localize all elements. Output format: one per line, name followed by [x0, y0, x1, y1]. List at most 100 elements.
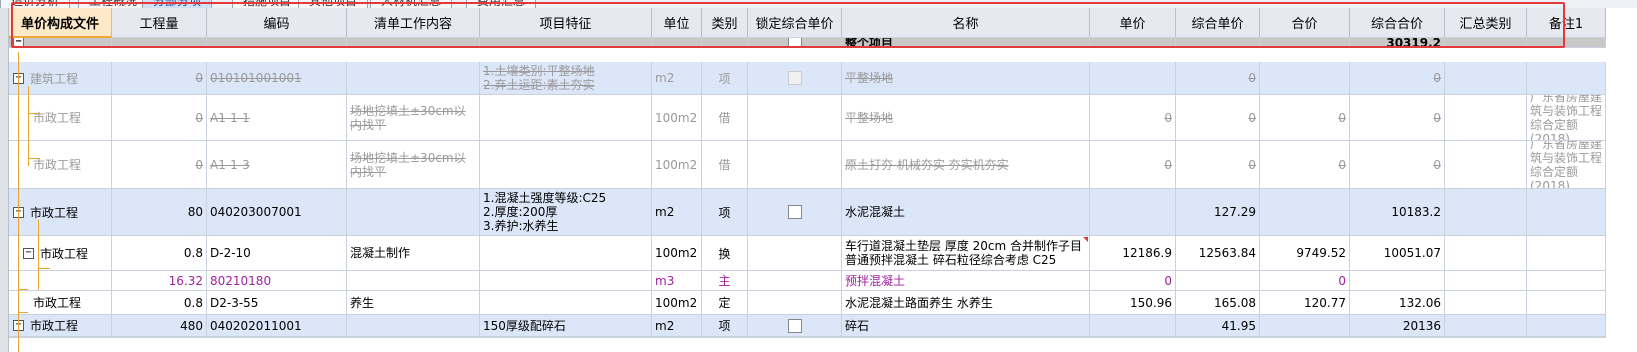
cell-composite-amount[interactable]: 30319.2 [1350, 38, 1445, 48]
cell-unit[interactable] [652, 38, 702, 48]
cell-summary-category[interactable] [1445, 38, 1527, 48]
cell-amount[interactable]: 120.77 [1260, 291, 1350, 315]
cell-work-content[interactable] [347, 189, 480, 236]
cell-composite-amount[interactable]: 0 [1350, 62, 1445, 95]
cell-quantity[interactable]: 0 [112, 95, 207, 141]
column-header-remark[interactable]: 备注1 [1527, 8, 1606, 38]
cell-amount[interactable] [1260, 62, 1350, 95]
cell-name[interactable]: 平整场地 [842, 95, 1090, 141]
cell-composite-amount[interactable]: 20136 [1350, 315, 1445, 337]
column-header-item-feature[interactable]: 项目特征 [480, 8, 652, 38]
cell-composite-price[interactable]: 0 [1176, 141, 1260, 189]
cell-quantity[interactable] [112, 38, 207, 48]
cell-name[interactable]: 整个项目 [842, 38, 1090, 48]
cell-quantity[interactable]: 480 [112, 315, 207, 337]
cell-composite-amount[interactable] [1350, 271, 1445, 291]
cell-unit[interactable]: m2 [652, 189, 702, 236]
cell-composite-amount[interactable]: 0 [1350, 141, 1445, 189]
cell-name[interactable]: 平整场地 [842, 62, 1090, 95]
table-row[interactable]: − 市政工程 0.8 D-2-10 混凝土制作 100m2 换 车行道混凝土垫层 厚度 20c… [0, 236, 1637, 271]
cell-code[interactable] [207, 38, 347, 48]
cell-quantity[interactable]: 4.8 [112, 337, 207, 338]
cell-summary-category[interactable] [1445, 315, 1527, 337]
cell-lock-price[interactable] [748, 189, 842, 236]
cell-quantity[interactable]: 0.8 [112, 291, 207, 315]
cell-item-feature[interactable] [480, 291, 652, 315]
cell-work-content[interactable]: 基层铺筑 [347, 337, 480, 338]
cell-lock-price[interactable] [748, 95, 842, 141]
cell-lock-price[interactable] [748, 337, 842, 338]
cell-unit[interactable]: m3 [652, 271, 702, 291]
column-header-quantity[interactable]: 工程量 [112, 8, 207, 38]
cell-quantity[interactable]: 0.8 [112, 236, 207, 271]
cell-unit-price[interactable]: 4110.68 [1090, 337, 1176, 338]
cell-unit-price[interactable]: 0 [1090, 95, 1176, 141]
cell-composite-amount[interactable]: 20134.18 [1350, 337, 1445, 338]
cell-unit-price[interactable] [1090, 189, 1176, 236]
cell-lock-price[interactable] [748, 291, 842, 315]
cell-unit[interactable]: 100m2 [652, 236, 702, 271]
cell-category[interactable] [702, 38, 748, 48]
cell-summary-category[interactable] [1445, 236, 1527, 271]
cell-composite-amount[interactable]: 10051.07 [1350, 236, 1445, 271]
tab-2[interactable]: 分部分项 [142, 0, 213, 8]
column-header-name[interactable]: 名称 [842, 8, 1090, 38]
cell-remark[interactable] [1527, 189, 1606, 236]
cell-quantity[interactable]: 0 [112, 62, 207, 95]
tab-4[interactable]: 其他项目 [298, 0, 369, 8]
cell-amount[interactable] [1260, 189, 1350, 236]
cell-item-feature[interactable]: 1.混凝土强度等级:C25 2.厚度:200厚 3.养护:水养生 [480, 189, 652, 236]
cell-item-feature[interactable] [480, 141, 652, 189]
cell-category[interactable]: 借 [702, 95, 748, 141]
cell-name[interactable]: 水泥混凝土路面养生 水养生 [842, 291, 1090, 315]
cell-code[interactable]: A1-1-3 [207, 141, 347, 189]
cell-remark[interactable] [1527, 62, 1606, 95]
collapse-icon[interactable]: − [13, 38, 24, 47]
cell-quantity[interactable]: 0 [112, 141, 207, 189]
cell-name[interactable]: 原土打夯 机械夯实 夯实机夯实 [842, 141, 1090, 189]
cell-lock-price[interactable] [748, 141, 842, 189]
table-row[interactable]: − 整个项目 30319.2 [0, 38, 1637, 48]
cell-remark[interactable] [1527, 271, 1606, 291]
tab-6[interactable]: 费用汇总 [466, 0, 537, 8]
cell-amount[interactable]: 0 [1260, 141, 1350, 189]
cell-category[interactable]: 定 [702, 291, 748, 315]
cell-work-content[interactable]: 混凝土制作 [347, 236, 480, 271]
cell-unit-price[interactable]: 0 [1090, 141, 1176, 189]
cell-remark[interactable] [1527, 315, 1606, 337]
cell-category[interactable]: 借 [702, 141, 748, 189]
cell-remark[interactable] [1527, 337, 1606, 338]
cell-name[interactable]: 预拌混凝土 [842, 271, 1090, 291]
cell-item-feature[interactable] [480, 95, 652, 141]
cell-work-content[interactable] [347, 62, 480, 95]
cell-code[interactable]: 80210180 [207, 271, 347, 291]
cell-lock-price[interactable] [748, 62, 842, 95]
cell-quantity[interactable]: 16.32 [112, 271, 207, 291]
cell-item-feature[interactable] [480, 271, 652, 291]
cell-amount[interactable]: 19731.26 [1260, 337, 1350, 338]
cell-rate-file[interactable]: 市政工程 [9, 95, 112, 141]
lock-price-checkbox[interactable] [787, 71, 802, 85]
cell-category[interactable]: 项 [702, 189, 748, 236]
cell-category[interactable]: 主 [702, 271, 748, 291]
cell-remark[interactable]: 广东省房屋建筑与装饰工程综合定额(2018) [1527, 95, 1606, 141]
cell-name[interactable]: 水泥混凝土 [842, 189, 1090, 236]
tab-0[interactable]: 造价分析 [0, 0, 71, 8]
cell-composite-amount[interactable]: 10183.2 [1350, 189, 1445, 236]
cell-remark[interactable] [1527, 291, 1606, 315]
cell-category[interactable]: 定 [702, 337, 748, 338]
lock-price-checkbox[interactable] [787, 205, 802, 219]
cell-lock-price[interactable] [748, 315, 842, 337]
cell-amount[interactable]: 0 [1260, 95, 1350, 141]
cell-work-content[interactable] [347, 38, 480, 48]
cell-category[interactable]: 项 [702, 315, 748, 337]
cell-unit[interactable]: 100m2 [652, 95, 702, 141]
cell-work-content[interactable]: 场地挖填土±30cm以内找平 [347, 141, 480, 189]
column-header-summary-category[interactable]: 汇总类别 [1445, 8, 1527, 38]
cell-category[interactable]: 项 [702, 62, 748, 95]
cell-composite-price[interactable]: 165.08 [1176, 291, 1260, 315]
cell-name[interactable]: 碎石 [842, 315, 1090, 337]
cell-composite-price[interactable]: 41.95 [1176, 315, 1260, 337]
cell-rate-file[interactable]: − 市政工程 [9, 236, 112, 271]
cell-remark[interactable] [1527, 38, 1606, 48]
